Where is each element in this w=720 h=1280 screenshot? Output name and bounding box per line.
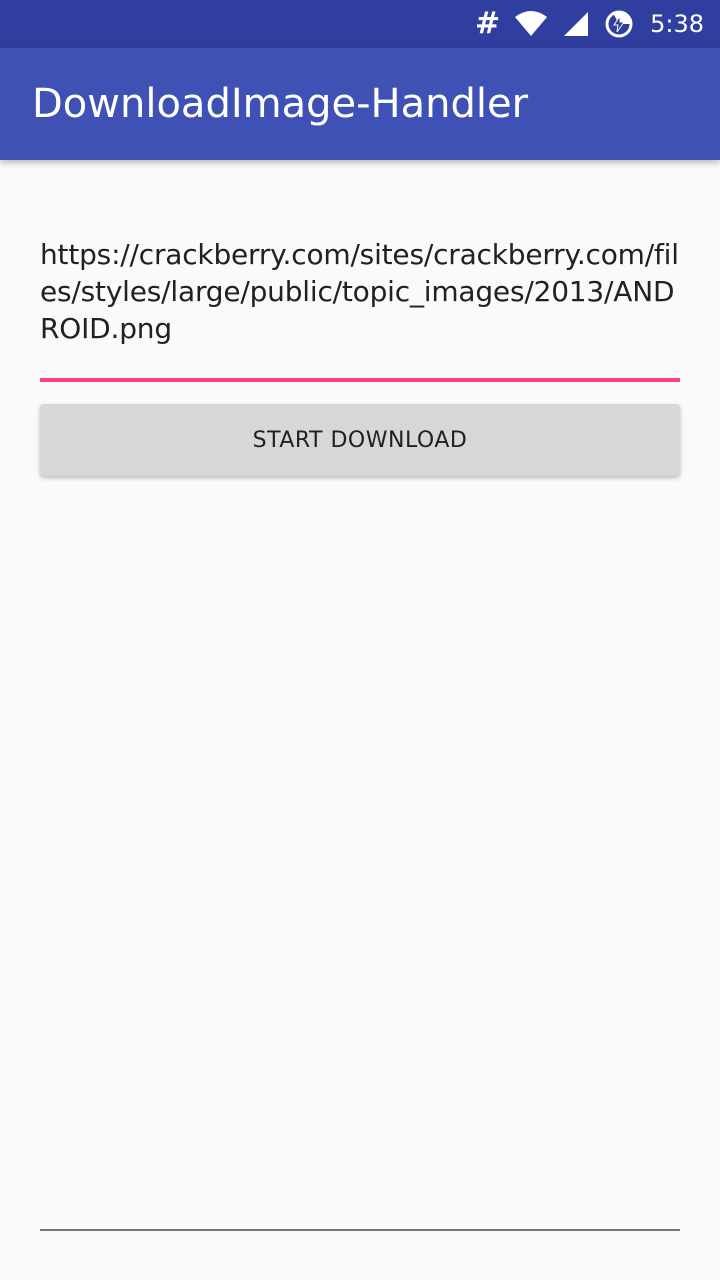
app-bar: DownloadImage-Handler	[0, 48, 720, 160]
status-bar: # 5:38	[0, 0, 720, 48]
wifi-icon	[515, 11, 548, 36]
status-icons: # 5:38	[475, 0, 704, 48]
status-time: 5:38	[650, 10, 704, 38]
signal-icon	[564, 12, 589, 36]
downloaded-image-view	[40, 500, 680, 1228]
start-download-label: START DOWNLOAD	[252, 427, 468, 453]
start-download-button[interactable]: START DOWNLOAD	[40, 404, 680, 476]
hash-icon: #	[474, 6, 501, 41]
url-input-value[interactable]: https://crackberry.com/sites/crackberry.…	[40, 232, 680, 347]
app-title: DownloadImage-Handler	[32, 81, 529, 127]
battery-charging-icon	[605, 10, 633, 38]
url-input[interactable]: https://crackberry.com/sites/crackberry.…	[40, 232, 680, 382]
bottom-divider	[40, 1229, 680, 1231]
